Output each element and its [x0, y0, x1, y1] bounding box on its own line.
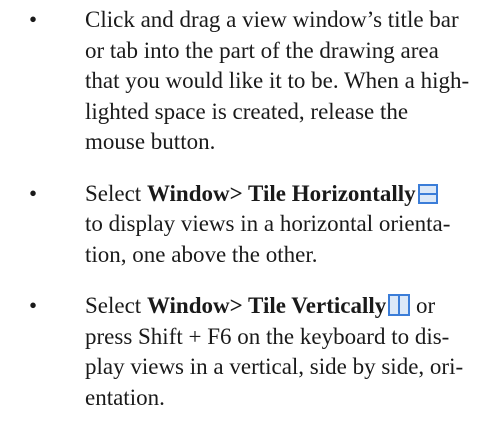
- list-item-tile-vertically: • Select Window> Tile Vertically or pres…: [0, 291, 491, 413]
- bullet-marker: •: [29, 180, 38, 206]
- menu-path-tile-horizontally: Window> Tile Horizontally: [146, 180, 416, 206]
- tile-vertically-icon: [388, 294, 411, 316]
- bullet-marker: •: [29, 7, 38, 32]
- text-line: press Shift + F6 on the keyboard to dis-: [85, 323, 450, 349]
- menu-path-tile-vertically: Window> Tile Vertically: [146, 293, 387, 318]
- text-line: Select Window> Tile Horizontally: [85, 179, 479, 210]
- text-line: Select Window> Tile Vertically or: [85, 291, 479, 322]
- list-item-drag-window: • Click and drag a view window’s title b…: [0, 5, 491, 158]
- text-line: to display views in a horizontal orienta…: [85, 211, 451, 236]
- text-prefix: Select: [85, 293, 147, 318]
- text-line: mouse button.: [85, 129, 216, 154]
- bullet-marker: •: [29, 293, 38, 318]
- text-line: lighted space is created, release the: [85, 98, 409, 124]
- text-line: entation.: [85, 384, 165, 410]
- text-line: play views in a vertical, side by side, …: [85, 354, 464, 379]
- instruction-list: • Click and drag a view window’s title b…: [0, 5, 491, 413]
- text-suffix: or: [410, 293, 436, 318]
- document-page: • Click and drag a view window’s title b…: [0, 5, 491, 434]
- text-line: Click and drag a view window’s title bar: [85, 7, 459, 32]
- text-line: tion, one above the other.: [85, 241, 318, 267]
- tile-horizontally-icon: [417, 183, 438, 204]
- text-prefix: Select: [85, 180, 147, 206]
- text-line: that you would like it to be. When a hig…: [85, 68, 470, 93]
- list-item-tile-horizontally: • Select Window> Tile Horizontally to di…: [0, 179, 491, 271]
- text-line: or tab into the part of the drawing area: [85, 37, 439, 63]
